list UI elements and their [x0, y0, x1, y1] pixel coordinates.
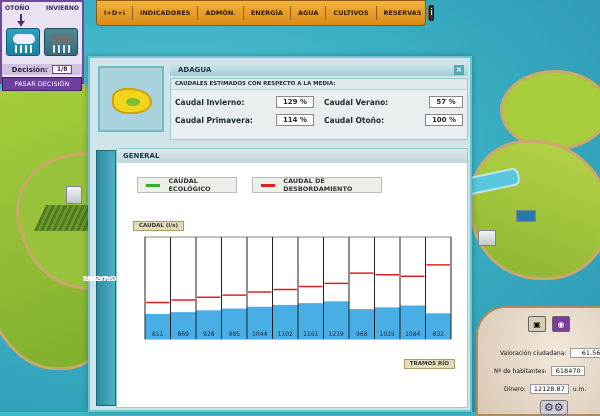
caudal-verano-row: Caudal Verano: 57 % [324, 96, 463, 108]
caudal-primavera-row: Caudal Primavera: 114 % [175, 114, 314, 126]
pasar-decision-button[interactable]: PASAR DECISIÓN [2, 77, 82, 91]
window-title: ADAGUA × [170, 64, 468, 76]
menu-indicadores[interactable]: INDICADORES [133, 6, 199, 20]
valoracion-label: Valoración ciudadana: [500, 349, 567, 357]
chart-value-label: 1161 [303, 331, 318, 338]
island-northeast [500, 70, 600, 150]
legend-ecologico-label: CAUDAL ECOLÓGICO [168, 177, 211, 193]
caudal-primavera-value: 114 % [275, 114, 314, 126]
caudales-panel: CAUDALES ESTIMADOS CON RESPECTO A LA MED… [170, 78, 468, 140]
menu-agua[interactable]: AGUA [291, 6, 327, 20]
general-title: GENERAL [117, 149, 467, 163]
chart-value-label: 869 [178, 331, 190, 338]
chart-value-label: 968 [356, 331, 368, 338]
caudal-verano-label: Caudal Verano: [324, 97, 389, 107]
dinero-value: 12128.87 [529, 384, 569, 394]
season-autumn-label: OTOÑO [5, 4, 30, 12]
tramos-rio-label: TRAMOS RÍO [403, 359, 455, 369]
menu-idi[interactable]: I+D+i [97, 6, 133, 20]
chart-value-label: 1025 [380, 331, 395, 338]
habitantes-row: Nº de habitantes: 618470 [494, 366, 585, 376]
chart-value-label: 832 [433, 331, 445, 338]
window-title-text: ADAGUA [178, 66, 212, 74]
chart-value-label: 1084 [405, 331, 420, 338]
caudal-invierno-row: Caudal Invierno: 129 % [175, 96, 314, 108]
decision-label: Decisión: [11, 65, 48, 74]
valoracion-value: 61.56 [570, 348, 600, 358]
legend-desbordamiento-label: CAUDAL DE DESBORDAMIENTO [283, 177, 353, 193]
chart-value-label: 1219 [329, 331, 344, 338]
season-icons [2, 26, 82, 58]
water-plant[interactable] [516, 210, 536, 222]
legend-desbordamiento: CAUDAL DE DESBORDAMIENTO [252, 177, 382, 193]
menu-cultivos[interactable]: CULTIVOS [326, 6, 377, 20]
chart-value-label: 1102 [278, 331, 293, 338]
map-view-icon[interactable]: ▣ [528, 316, 546, 332]
stats-panel: ▣ ◉ Valoración ciudadana: 61.56 Nº de ha… [476, 306, 600, 416]
dinero-unit: u.m. [572, 385, 587, 393]
settings-gears-icon[interactable]: ⚙⚙ [540, 400, 568, 415]
dinero-label: Dinero: [504, 385, 526, 393]
caudal-primavera-label: Caudal Primavera: [175, 115, 253, 125]
side-tab-encauzar-trasvasar[interactable]: ENCAUZAR TRASVASAR [83, 150, 129, 406]
caudal-axis-label: CAUDAL (l/s) [133, 221, 185, 231]
dinero-row: Dinero: 12128.87 u.m. [504, 384, 586, 394]
caudal-otono-label: Caudal Otoño: [324, 115, 385, 125]
general-panel: GENERAL CAUDAL ECOLÓGICO CAUDAL DE DESBO… [116, 148, 468, 408]
building[interactable] [66, 186, 82, 204]
close-icon[interactable]: × [454, 65, 464, 75]
decision-counter: 1/8 [51, 65, 73, 74]
chart-value-label: 928 [203, 331, 215, 338]
adagua-window: ADAGUA × CAUDALES ESTIMADOS CON RESPECTO… [83, 56, 472, 412]
eye-icon[interactable]: ◉ [552, 316, 570, 332]
legend-ecologico: CAUDAL ECOLÓGICO [137, 177, 237, 193]
rain-cloud-icon[interactable] [6, 28, 40, 56]
season-panel: OTOÑO INVIERNO Decisión: 1/8 PASAR DECIS… [0, 0, 84, 91]
river-flow-chart: 811 869 928 985 1044 1102 1161 1219 968 1025 1084 8… [144, 236, 452, 340]
island-thumbnail [98, 66, 164, 132]
season-winter-label: INVIERNO [46, 4, 79, 12]
green-line-icon [146, 183, 161, 187]
caudal-verano-value: 57 % [429, 96, 463, 108]
storm-cloud-icon[interactable] [44, 28, 78, 56]
building[interactable] [478, 230, 496, 246]
decision-row: Decisión: 1/8 [2, 64, 82, 75]
habitantes-value: 618470 [550, 366, 585, 376]
caudales-header: CAUDALES ESTIMADOS CON RESPECTO A LA MED… [171, 79, 467, 90]
caudal-otono-value: 100 % [424, 114, 463, 126]
habitantes-label: Nº de habitantes: [494, 367, 547, 375]
caudal-invierno-value: 129 % [275, 96, 314, 108]
menu-energia[interactable]: ENERGÍA [244, 6, 291, 20]
info-icon[interactable]: i [429, 5, 434, 21]
top-menu-bar: I+D+i INDICADORES ADMÓN. ENERGÍA AGUA CU… [96, 0, 434, 26]
season-header: OTOÑO INVIERNO [2, 2, 82, 14]
caudal-otono-row: Caudal Otoño: 100 % [324, 114, 463, 126]
menu-reservas[interactable]: RESERVAS [377, 6, 430, 20]
chart-value-label: 1044 [252, 331, 267, 338]
menu-admon[interactable]: ADMÓN. [198, 6, 244, 20]
caudal-invierno-label: Caudal Invierno: [175, 97, 245, 107]
valoracion-row: Valoración ciudadana: 61.56 [500, 348, 600, 358]
arrow-down-icon [17, 14, 30, 26]
chart-value-label: 985 [229, 331, 241, 338]
red-line-icon [261, 183, 276, 187]
chart-value-label: 811 [152, 331, 164, 338]
